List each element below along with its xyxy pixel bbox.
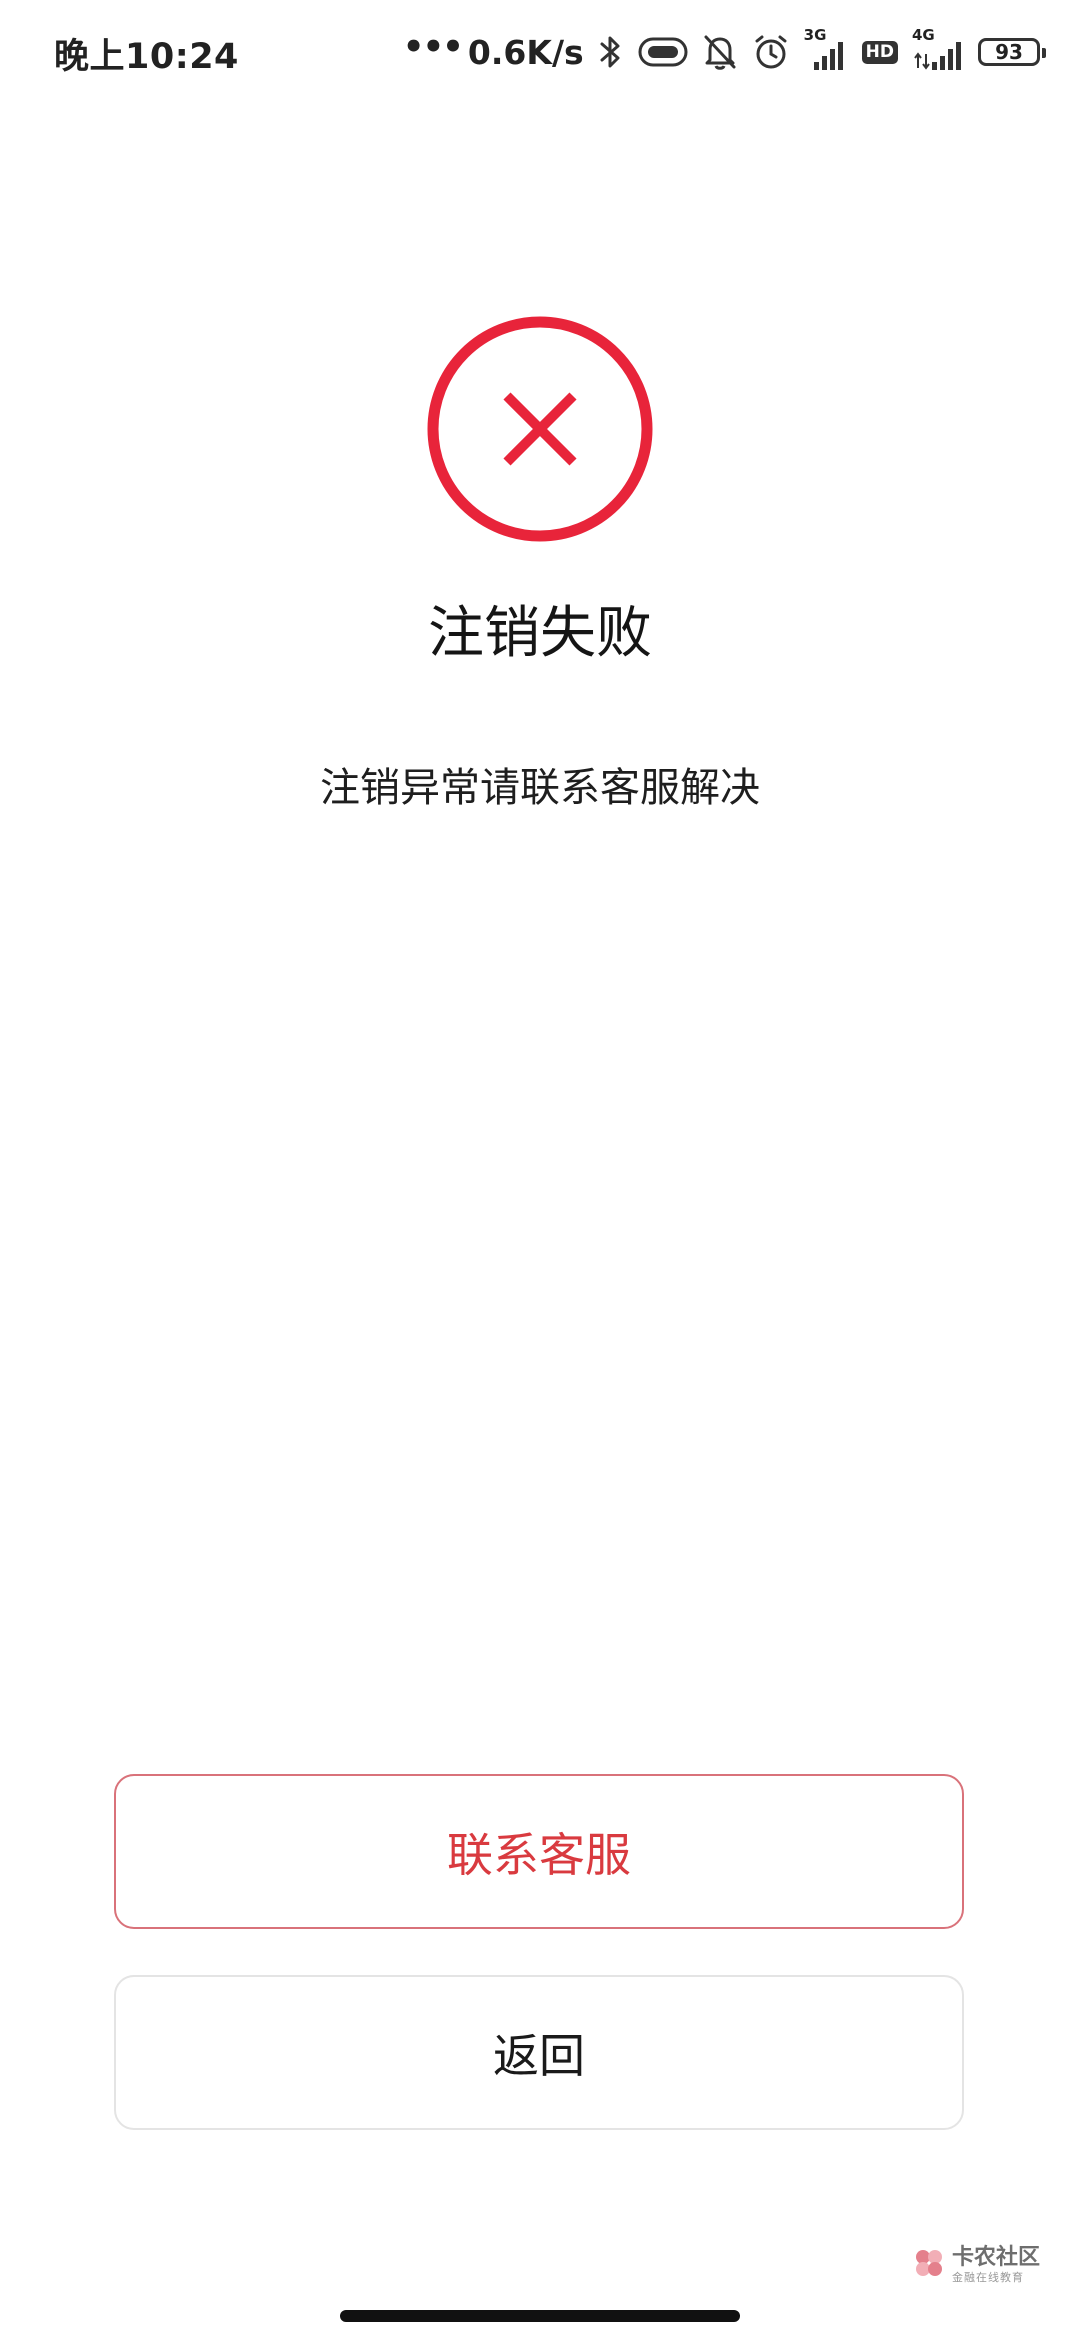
more-notifications-dots: ••• <box>402 27 464 67</box>
battery-indicator: 93 <box>978 38 1046 66</box>
network-speed: 0.6K/s <box>467 32 584 72</box>
close-circle-icon <box>427 316 653 542</box>
result-message: 注销异常请联系客服解决 <box>320 765 760 811</box>
watermark-subtitle: 金融在线教育 <box>951 2271 1024 2284</box>
home-indicator[interactable] <box>340 2310 740 2322</box>
contact-support-button[interactable]: 联系客服 <box>114 1774 964 1929</box>
watermark-title: 卡农社区 <box>951 2245 1040 2270</box>
watermark: 卡农社区 金融在线教育 <box>912 2246 1040 2284</box>
sim2-network-label: 4G <box>912 26 935 44</box>
result-title: 注销失败 <box>428 601 652 666</box>
bluetooth-icon <box>598 34 624 70</box>
sim1-network-label: 3G <box>803 26 827 44</box>
status-icons: ••• 0.6K/s 3G HD 4G 93 <box>402 26 1046 76</box>
alarm-icon <box>752 33 790 71</box>
kanong-logo-icon <box>912 2246 946 2284</box>
hd-volte-badge: HD <box>861 40 898 64</box>
vibrate-toggle-icon <box>638 36 688 68</box>
signal-sim2-icon: 4G <box>912 26 964 72</box>
back-button[interactable]: 返回 <box>114 1975 964 2130</box>
signal-sim1-icon: 3G <box>804 26 848 72</box>
status-bar: 晚上10:24 ••• 0.6K/s 3G HD 4G 93 <box>0 0 1080 110</box>
status-time: 晚上10:24 <box>54 37 239 77</box>
bell-mute-icon <box>702 33 738 71</box>
